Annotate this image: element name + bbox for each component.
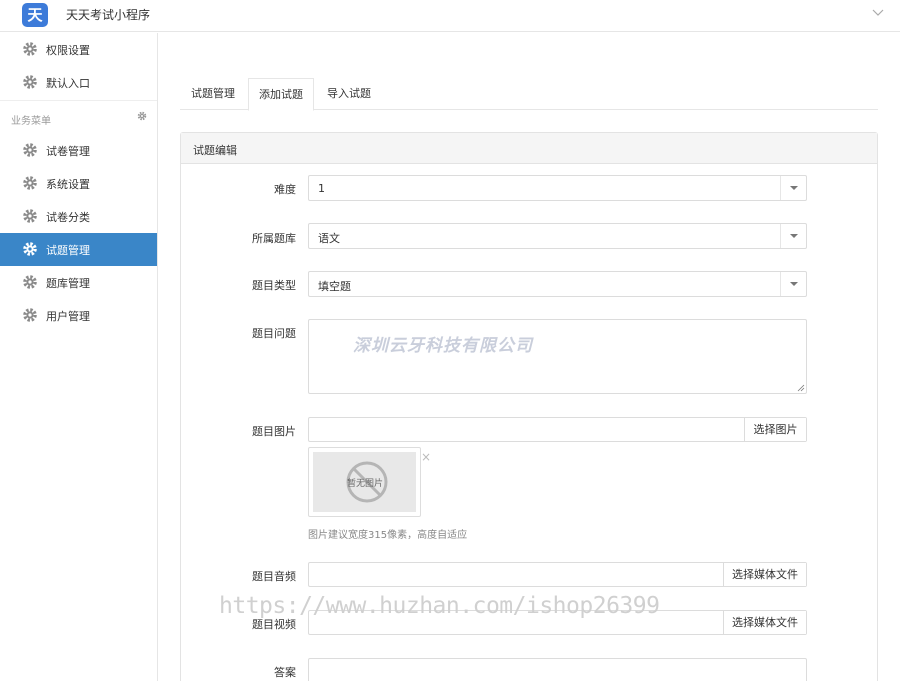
caret-down-icon bbox=[790, 234, 798, 238]
gear-icon bbox=[23, 209, 37, 223]
sidebar-item-permissions[interactable]: 权限设置 bbox=[0, 33, 157, 66]
caret-down-icon bbox=[790, 282, 798, 286]
question-type-select[interactable]: 填空题 bbox=[308, 271, 807, 297]
image-placeholder: 暂无图片 bbox=[313, 452, 416, 512]
sidebar-item-paper-categories[interactable]: 试卷分类 bbox=[0, 200, 157, 233]
difficulty-label: 难度 bbox=[274, 183, 296, 196]
bank-label: 所属题库 bbox=[252, 232, 296, 245]
close-icon[interactable]: × bbox=[421, 450, 431, 464]
panel-header: 试题编辑 bbox=[181, 133, 877, 164]
bank-select[interactable]: 语文 bbox=[308, 223, 807, 249]
sidebar-item-system-settings[interactable]: 系统设置 bbox=[0, 167, 157, 200]
choose-image-button[interactable]: 选择图片 bbox=[744, 418, 806, 441]
difficulty-value: 1 bbox=[318, 182, 325, 195]
sidebar-section-business: 业务菜单 bbox=[0, 100, 157, 134]
sidebar-item-label: 题库管理 bbox=[46, 277, 90, 290]
sidebar-item-label: 系统设置 bbox=[46, 178, 90, 191]
audio-label: 题目音频 bbox=[252, 570, 296, 583]
gear-icon bbox=[23, 275, 37, 289]
dropdown-toggle[interactable] bbox=[780, 272, 806, 296]
answer-input[interactable] bbox=[308, 658, 807, 681]
tab-import-questions[interactable]: 导入试题 bbox=[316, 78, 382, 110]
sidebar-item-label: 试题管理 bbox=[46, 244, 90, 257]
image-label: 题目图片 bbox=[252, 425, 296, 438]
sidebar-item-users[interactable]: 用户管理 bbox=[0, 299, 157, 332]
sidebar-item-label: 默认入口 bbox=[46, 77, 90, 90]
app-logo: 天 bbox=[22, 3, 48, 27]
dropdown-toggle[interactable] bbox=[780, 176, 806, 200]
gear-icon bbox=[23, 176, 37, 190]
audio-input[interactable]: 选择媒体文件 bbox=[308, 562, 807, 587]
app-title: 天天考试小程序 bbox=[66, 8, 151, 22]
no-image-text: 暂无图片 bbox=[347, 479, 384, 489]
sidebar-item-default-entry[interactable]: 默认入口 bbox=[0, 66, 157, 99]
sidebar-item-question-banks[interactable]: 题库管理 bbox=[0, 266, 157, 299]
gear-icon bbox=[23, 308, 37, 322]
sidebar-item-label: 试卷管理 bbox=[46, 145, 90, 158]
question-label: 题目问题 bbox=[252, 327, 296, 340]
sidebar: 权限设置 默认入口 业务菜单 试卷管理 系统设置 试卷分类 试题管理 题库管理 … bbox=[0, 33, 158, 681]
dropdown-toggle[interactable] bbox=[780, 224, 806, 248]
image-hint: 图片建议宽度315像素，高度自适应 bbox=[308, 530, 468, 541]
answer-label: 答案 bbox=[274, 666, 296, 679]
resize-grip-icon[interactable] bbox=[797, 384, 805, 392]
caret-down-icon bbox=[790, 186, 798, 190]
sidebar-item-papers[interactable]: 试卷管理 bbox=[0, 134, 157, 167]
type-label: 题目类型 bbox=[252, 279, 296, 292]
panel-title: 试题编辑 bbox=[193, 144, 237, 157]
difficulty-select[interactable]: 1 bbox=[308, 175, 807, 201]
gear-icon bbox=[23, 242, 37, 256]
company-watermark: 深圳云牙科技有限公司 bbox=[353, 336, 533, 356]
tab-question-management[interactable]: 试题管理 bbox=[180, 78, 246, 110]
sidebar-item-label: 权限设置 bbox=[46, 44, 90, 57]
question-type-value: 填空题 bbox=[318, 280, 351, 293]
choose-video-button[interactable]: 选择媒体文件 bbox=[723, 611, 806, 634]
choose-audio-button[interactable]: 选择媒体文件 bbox=[723, 563, 806, 586]
image-input[interactable]: 选择图片 bbox=[308, 417, 807, 442]
top-bar: 天 天天考试小程序 bbox=[0, 0, 900, 32]
gear-icon[interactable] bbox=[137, 111, 147, 121]
gear-icon bbox=[23, 42, 37, 56]
chevron-down-icon[interactable] bbox=[872, 6, 884, 18]
sidebar-item-label: 用户管理 bbox=[46, 310, 90, 323]
url-watermark: https://www.huzhan.com/ishop26399 bbox=[219, 593, 660, 619]
tab-bar: 试题管理 添加试题 导入试题 bbox=[180, 78, 878, 111]
sidebar-section-title: 业务菜单 bbox=[11, 116, 51, 127]
gear-icon bbox=[23, 143, 37, 157]
image-preview: 暂无图片 bbox=[308, 447, 421, 517]
bank-value: 语文 bbox=[318, 232, 340, 245]
sidebar-item-label: 试卷分类 bbox=[46, 211, 90, 224]
sidebar-item-questions[interactable]: 试题管理 bbox=[0, 233, 157, 266]
tab-add-question[interactable]: 添加试题 bbox=[248, 78, 314, 111]
gear-icon bbox=[23, 75, 37, 89]
